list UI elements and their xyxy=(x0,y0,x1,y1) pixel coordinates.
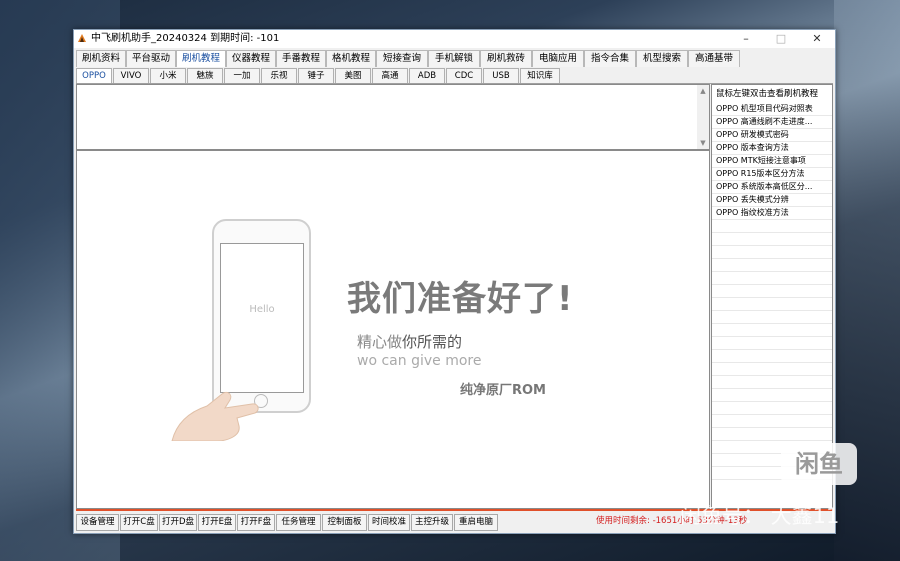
tab-brand-xiaomi[interactable]: 小米 xyxy=(150,68,186,83)
promo-line-1: 精心做你所需的 xyxy=(357,331,462,352)
phone-illustration: Hello xyxy=(212,219,311,413)
device-manager-button[interactable]: 设备管理 xyxy=(76,514,119,531)
tab-usb[interactable]: USB xyxy=(483,68,519,83)
empty-row xyxy=(712,259,832,272)
minimize-button[interactable]: – xyxy=(729,30,763,48)
firmware-upgrade-button[interactable]: 主控升级 xyxy=(411,514,453,531)
tab-brand-oppo[interactable]: OPPO xyxy=(76,68,112,83)
tab-qualcomm-baseband[interactable]: 高通基带 xyxy=(688,50,740,67)
open-c-drive-button[interactable]: 打开C盘 xyxy=(120,514,158,531)
scroll-up-icon[interactable]: ▲ xyxy=(697,87,709,95)
tab-adb[interactable]: ADB xyxy=(409,68,445,83)
phone-screen-text: Hello xyxy=(249,304,275,315)
tab-brand-meizu[interactable]: 魅族 xyxy=(187,68,223,83)
empty-row xyxy=(712,285,832,298)
tab-brand-smartisan[interactable]: 锤子 xyxy=(298,68,334,83)
empty-row xyxy=(712,350,832,363)
empty-row xyxy=(712,337,832,350)
tab-model-search[interactable]: 机型搜索 xyxy=(636,50,688,67)
list-item[interactable]: OPPO 指纹校准方法 xyxy=(712,207,832,220)
xianyu-watermark: 闲鱼号： 大鑫11 xyxy=(680,504,840,528)
list-item[interactable]: OPPO MTK短接注意事项 xyxy=(712,155,832,168)
tab-brand-letv[interactable]: 乐视 xyxy=(261,68,297,83)
window-title: 中飞刷机助手_20240324 到期时间: -101 xyxy=(91,33,280,44)
promo-line-1b: 你所需的 xyxy=(402,333,463,351)
list-item[interactable]: OPPO R15版本区分方法 xyxy=(712,168,832,181)
control-panel-button[interactable]: 控制面板 xyxy=(322,514,367,531)
tab-platform-driver[interactable]: 平台驱动 xyxy=(126,50,176,67)
app-window: 中飞刷机助手_20240324 到期时间: -101 – □ ✕ 刷机资料 平台… xyxy=(73,29,836,534)
list-item[interactable]: OPPO 丢失模式分辨 xyxy=(712,194,832,207)
xianyu-badge: 闲鱼 xyxy=(781,443,857,485)
tab-instrument-tutorial[interactable]: 仪器教程 xyxy=(226,50,276,67)
title-bar: 中飞刷机助手_20240324 到期时间: -101 – □ ✕ xyxy=(74,30,835,48)
tab-short-query[interactable]: 短接查询 xyxy=(376,50,428,67)
open-e-drive-button[interactable]: 打开E盘 xyxy=(198,514,236,531)
list-item[interactable]: OPPO 机型项目代码对照表 xyxy=(712,103,832,116)
task-manager-button[interactable]: 任务管理 xyxy=(276,514,321,531)
promo-line-3: 纯净原厂ROM xyxy=(460,383,546,398)
tab-pc-apps[interactable]: 电脑应用 xyxy=(532,50,584,67)
empty-row xyxy=(712,402,832,415)
brand-tab-bar: OPPO VIVO 小米 魅族 一加 乐视 锤子 美图 高通 ADB CDC U… xyxy=(76,68,833,84)
open-f-drive-button[interactable]: 打开F盘 xyxy=(237,514,275,531)
empty-row xyxy=(712,376,832,389)
text-area-scrollbar[interactable]: ▲ ▼ xyxy=(697,85,709,149)
scroll-down-icon[interactable]: ▼ xyxy=(697,139,709,147)
promo-line-1a: 精心做 xyxy=(357,333,403,351)
tab-flash-data[interactable]: 刷机资料 xyxy=(76,50,126,67)
tab-format-tutorial[interactable]: 格机教程 xyxy=(326,50,376,67)
reboot-pc-button[interactable]: 重启电脑 xyxy=(454,514,498,531)
tutorial-image-panel: Hello 我们准备好了! 精心做你所需的 wo can give more 纯… xyxy=(76,150,710,509)
tab-brand-vivo[interactable]: VIVO xyxy=(113,68,149,83)
empty-row xyxy=(712,428,832,441)
empty-row xyxy=(712,272,832,285)
empty-row xyxy=(712,220,832,233)
list-item[interactable]: OPPO 版本查询方法 xyxy=(712,142,832,155)
tab-command-collection[interactable]: 指令合集 xyxy=(584,50,636,67)
tab-flash-tutorial[interactable]: 刷机教程 xyxy=(176,50,226,67)
list-item[interactable]: OPPO 高通线刷不走进度... xyxy=(712,116,832,129)
empty-row xyxy=(712,311,832,324)
promo-line-2: wo can give more xyxy=(357,353,482,369)
close-button[interactable]: ✕ xyxy=(800,30,834,48)
list-item[interactable]: OPPO 系统版本高低区分... xyxy=(712,181,832,194)
tab-knowledge-base[interactable]: 知识库 xyxy=(520,68,560,83)
tab-brand-qualcomm[interactable]: 高通 xyxy=(372,68,408,83)
tutorial-list-header: 鼠标左键双击查看刷机教程 xyxy=(716,89,819,99)
empty-row xyxy=(712,324,832,337)
tab-phone-unlock[interactable]: 手机解锁 xyxy=(428,50,480,67)
empty-row xyxy=(712,246,832,259)
list-item[interactable]: OPPO 研发模式密码 xyxy=(712,129,832,142)
maximize-button[interactable]: □ xyxy=(764,30,798,48)
empty-row xyxy=(712,233,832,246)
main-tab-bar: 刷机资料 平台驱动 刷机教程 仪器教程 手番教程 格机教程 短接查询 手机解锁 … xyxy=(76,50,833,67)
app-logo-icon xyxy=(78,34,86,42)
empty-row xyxy=(712,298,832,311)
tab-brand-meitu[interactable]: 美图 xyxy=(335,68,371,83)
phone-screen: Hello xyxy=(220,243,304,393)
tab-brick-rescue[interactable]: 刷机救砖 xyxy=(480,50,532,67)
empty-row xyxy=(712,415,832,428)
promo-banner: Hello 我们准备好了! 精心做你所需的 wo can give more 纯… xyxy=(157,206,627,451)
time-sync-button[interactable]: 时间校准 xyxy=(368,514,410,531)
tab-brand-oneplus[interactable]: 一加 xyxy=(224,68,260,83)
tab-manual-tutorial[interactable]: 手番教程 xyxy=(276,50,326,67)
empty-row xyxy=(712,363,832,376)
empty-row xyxy=(712,389,832,402)
tutorial-text-area[interactable]: ▲ ▼ xyxy=(76,84,710,150)
tab-cdc[interactable]: CDC xyxy=(446,68,482,83)
hand-illustration-icon xyxy=(171,391,259,441)
open-d-drive-button[interactable]: 打开D盘 xyxy=(159,514,197,531)
promo-headline: 我们准备好了! xyxy=(347,279,574,319)
